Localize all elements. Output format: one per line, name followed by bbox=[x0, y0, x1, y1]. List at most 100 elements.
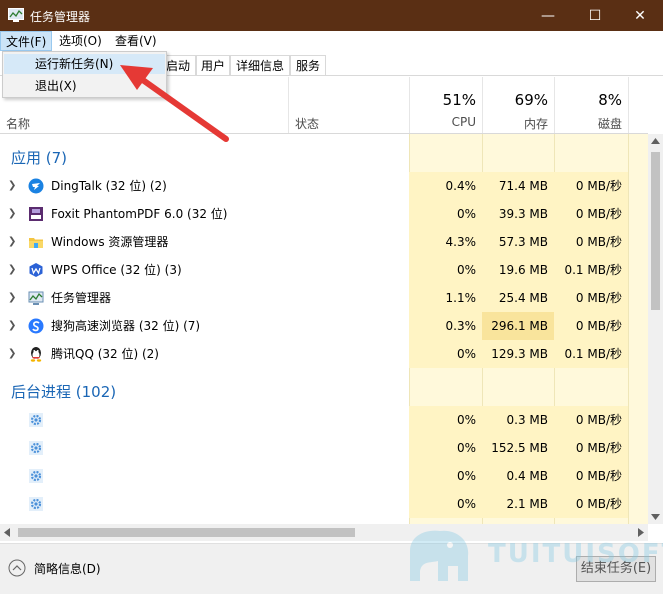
vertical-scrollbar[interactable] bbox=[648, 134, 663, 524]
less-details-label: 简略信息(D) bbox=[34, 561, 101, 576]
table-row[interactable]: ❯ Foxit PhantomPDF 6.0 (32 位) 0% 39.3 MB… bbox=[0, 200, 648, 228]
memory-value: 39.3 MB bbox=[482, 200, 554, 228]
menu-run-new-task[interactable]: 运行新任务(N) bbox=[4, 54, 165, 74]
disk-label: 磁盘 bbox=[597, 117, 622, 131]
cpu-value: 0% bbox=[409, 490, 482, 518]
table-row[interactable]: ❯ WPS Office (32 位) (3) 0% 19.6 MB 0.1 M… bbox=[0, 256, 648, 284]
menu-exit[interactable]: 退出(X) bbox=[4, 76, 165, 96]
expand-chevron-icon[interactable]: ❯ bbox=[8, 209, 16, 219]
table-row[interactable]: ❯ 任务管理器 1.1% 25.4 MB 0 MB/秒 bbox=[0, 284, 648, 312]
pdf-icon bbox=[29, 207, 43, 221]
expand-chevron-icon[interactable]: ❯ bbox=[8, 181, 16, 191]
minimize-button[interactable]: — bbox=[525, 0, 571, 31]
menu-view[interactable]: 查看(V) bbox=[110, 31, 162, 51]
disk-value: 0 MB/秒 bbox=[554, 312, 628, 340]
expand-chevron-icon[interactable]: ❯ bbox=[8, 321, 16, 331]
table-row[interactable]: 0% 152.5 MB 0 MB/秒 bbox=[0, 434, 648, 462]
expand-chevron-icon[interactable]: ❯ bbox=[8, 349, 16, 359]
table-row[interactable]: ❯ Windows 资源管理器 4.3% 57.3 MB 0 MB/秒 bbox=[0, 228, 648, 256]
memory-value: 296.1 MB bbox=[482, 312, 554, 340]
gear-icon bbox=[29, 413, 43, 427]
maximize-button[interactable]: ☐ bbox=[572, 0, 618, 31]
process-name: DingTalk (32 位) (2) bbox=[51, 179, 167, 193]
gear-icon bbox=[29, 441, 43, 455]
cpu-value: 4.3% bbox=[409, 228, 482, 256]
column-cpu-header[interactable]: 51% CPU bbox=[409, 77, 482, 133]
column-memory-header[interactable]: 69% 内存 bbox=[482, 77, 554, 133]
title-bar: 任务管理器 — ☐ ✕ bbox=[0, 0, 663, 31]
cpu-value: 0.4% bbox=[409, 172, 482, 200]
elephant-logo-icon bbox=[410, 530, 469, 581]
tab-services[interactable]: 服务 bbox=[290, 55, 326, 75]
cpu-value: 0% bbox=[409, 434, 482, 462]
disk-value: 0 MB/秒 bbox=[554, 406, 628, 434]
expand-chevron-icon[interactable]: ❯ bbox=[8, 237, 16, 247]
cpu-value: 0% bbox=[409, 340, 482, 368]
disk-value: 0 MB/秒 bbox=[554, 434, 628, 462]
process-name: WPS Office (32 位) (3) bbox=[51, 263, 182, 277]
gear-icon bbox=[29, 497, 43, 511]
scroll-left-icon[interactable] bbox=[4, 528, 10, 537]
cpu-value: 0% bbox=[409, 462, 482, 490]
cpu-value: 0% bbox=[409, 406, 482, 434]
cpu-value: 0% bbox=[409, 256, 482, 284]
cpu-value: 0% bbox=[409, 200, 482, 228]
table-row[interactable]: 0% 0.4 MB 0 MB/秒 bbox=[0, 462, 648, 490]
memory-label: 内存 bbox=[523, 117, 548, 131]
vertical-scroll-thumb[interactable] bbox=[651, 152, 660, 310]
table-row[interactable]: ❯ 腾讯QQ (32 位) (2) 0% 129.3 MB 0.1 MB/秒 bbox=[0, 340, 648, 368]
disk-value: 0 MB/秒 bbox=[554, 172, 628, 200]
dingtalk-icon bbox=[28, 178, 44, 194]
disk-value: 0 MB/秒 bbox=[554, 228, 628, 256]
cpu-value: 1.1% bbox=[409, 284, 482, 312]
process-name: Foxit PhantomPDF 6.0 (32 位) bbox=[51, 207, 228, 221]
table-row[interactable]: 0% 2.1 MB 0 MB/秒 bbox=[0, 490, 648, 518]
table-row[interactable]: 0% 0.3 MB 0 MB/秒 bbox=[0, 406, 648, 434]
expand-chevron-icon[interactable]: ❯ bbox=[8, 293, 16, 303]
memory-value: 2.1 MB bbox=[482, 490, 554, 518]
table-row[interactable]: ❯ DingTalk (32 位) (2) 0.4% 71.4 MB 0 MB/… bbox=[0, 172, 648, 200]
wps-icon bbox=[29, 263, 43, 277]
menu-file[interactable]: 文件(F) bbox=[0, 31, 53, 51]
menu-options[interactable]: 选项(O) bbox=[54, 31, 107, 51]
memory-value: 71.4 MB bbox=[482, 172, 554, 200]
tab-details[interactable]: 详细信息 bbox=[230, 55, 290, 75]
horizontal-scroll-thumb[interactable] bbox=[18, 528, 355, 537]
watermark-text: TUITUISOFT bbox=[488, 539, 663, 569]
column-status: 状态 bbox=[295, 117, 320, 131]
disk-value: 0 MB/秒 bbox=[554, 284, 628, 312]
close-button[interactable]: ✕ bbox=[617, 0, 663, 31]
disk-value: 0 MB/秒 bbox=[554, 462, 628, 490]
disk-value: 0.1 MB/秒 bbox=[554, 256, 628, 284]
column-extra-header[interactable] bbox=[628, 77, 648, 133]
file-menu-dropdown: 运行新任务(N) 退出(X) bbox=[2, 51, 167, 98]
cpu-label: CPU bbox=[451, 115, 476, 129]
memory-value: 19.6 MB bbox=[482, 256, 554, 284]
chevron-up-circle-icon bbox=[8, 559, 26, 577]
task-manager-icon bbox=[28, 291, 44, 305]
group-apps: 应用 (7) bbox=[11, 149, 68, 167]
expand-chevron-icon[interactable]: ❯ bbox=[8, 265, 16, 275]
column-disk-header[interactable]: 8% 磁盘 bbox=[554, 77, 628, 133]
less-details-toggle[interactable]: 简略信息(D) bbox=[8, 559, 101, 577]
gear-icon bbox=[29, 469, 43, 483]
scroll-down-icon[interactable] bbox=[651, 514, 660, 520]
column-name[interactable]: 名称 bbox=[6, 115, 30, 132]
folder-icon bbox=[29, 238, 43, 248]
scroll-up-icon[interactable] bbox=[651, 138, 660, 144]
process-name: Windows 资源管理器 bbox=[51, 235, 169, 249]
task-manager-app-icon bbox=[8, 8, 24, 22]
process-name: 腾讯QQ (32 位) (2) bbox=[51, 347, 159, 361]
table-row[interactable]: ❯ 搜狗高速浏览器 (32 位) (7) 0.3% 296.1 MB 0 MB/… bbox=[0, 312, 648, 340]
disk-value: 0 MB/秒 bbox=[554, 200, 628, 228]
process-name: 搜狗高速浏览器 (32 位) (7) bbox=[51, 319, 201, 333]
sogou-icon bbox=[28, 318, 44, 334]
memory-value: 129.3 MB bbox=[482, 340, 554, 368]
tab-users[interactable]: 用户 bbox=[196, 55, 230, 75]
memory-value: 0.4 MB bbox=[482, 462, 554, 490]
watermark: TUITUISOFT bbox=[400, 517, 663, 593]
memory-value: 152.5 MB bbox=[482, 434, 554, 462]
disk-value: 0.1 MB/秒 bbox=[554, 340, 628, 368]
column-status-header[interactable]: 状态 bbox=[288, 77, 409, 133]
qq-icon bbox=[30, 347, 42, 362]
